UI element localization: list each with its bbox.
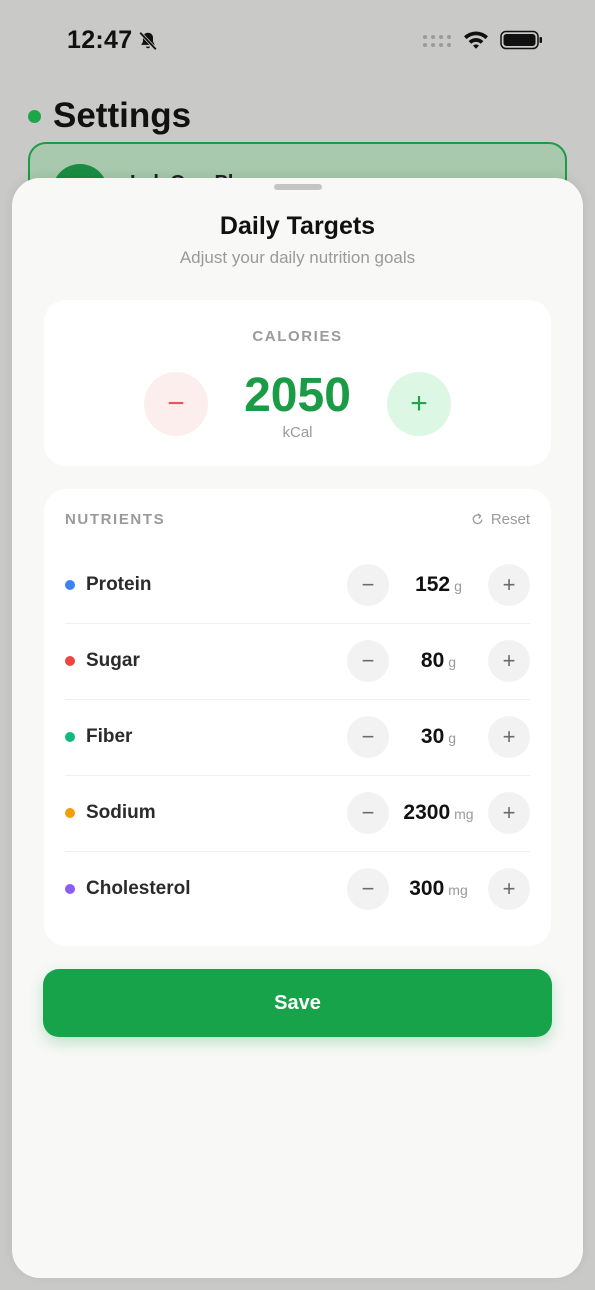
sodium-decrease-button[interactable]: − (347, 792, 389, 834)
plus-icon: + (502, 724, 516, 749)
nutrients-label: NUTRIENTS (65, 511, 166, 528)
calories-label: CALORIES (252, 328, 343, 345)
sugar-dot (65, 656, 75, 666)
plus-icon: + (502, 648, 516, 673)
save-button[interactable]: Save (43, 969, 552, 1037)
sodium-increase-button[interactable]: + (488, 792, 530, 834)
nutrient-value: 80 (420, 649, 445, 672)
cellular-signal-icon (423, 35, 451, 47)
nutrient-row-cholesterol: Cholesterol − 300 mg + (65, 851, 530, 927)
status-time: 12:47 (67, 26, 133, 54)
fiber-increase-button[interactable]: + (488, 716, 530, 758)
nutrient-value: 30 (420, 725, 445, 748)
nutrient-row-sugar: Sugar − 80 g + (65, 623, 530, 700)
save-label: Save (274, 991, 321, 1014)
sugar-value-group: 80 g (389, 649, 488, 673)
minus-icon: − (361, 724, 375, 749)
sugar-increase-button[interactable]: + (488, 640, 530, 682)
sugar-decrease-button[interactable]: − (347, 640, 389, 682)
protein-dot (65, 580, 75, 590)
sheet-title: Daily Targets (219, 212, 376, 240)
minus-icon: − (361, 648, 375, 673)
status-dot (28, 109, 41, 123)
minus-icon: − (361, 876, 375, 901)
calories-unit: kCal (282, 424, 313, 441)
sheet-subtitle: Adjust your daily nutrition goals (179, 248, 416, 267)
nutrient-unit: g (454, 578, 462, 594)
nutrient-row-fiber: Fiber − 30 g + (65, 699, 530, 776)
reset-icon (472, 513, 483, 525)
sodium-dot (65, 808, 75, 818)
minus-icon: − (361, 572, 375, 597)
plus-icon: + (410, 387, 428, 420)
protein-value-group: 152 g (389, 573, 488, 597)
nutrient-name: Cholesterol (86, 878, 191, 899)
protein-decrease-button[interactable]: − (347, 564, 389, 606)
wifi-icon (464, 31, 488, 49)
fiber-dot (65, 732, 75, 742)
daily-targets-sheet: Daily Targets Adjust your daily nutritio… (12, 178, 583, 1278)
nutrient-value: 2300 (403, 801, 451, 824)
nutrient-unit: mg (448, 882, 468, 898)
cholesterol-increase-button[interactable]: + (488, 868, 530, 910)
fiber-decrease-button[interactable]: − (347, 716, 389, 758)
plus-icon: + (502, 876, 516, 901)
nutrient-value: 300 (409, 877, 445, 900)
nutrient-value: 152 (415, 573, 451, 596)
calories-card: CALORIES − 2050 kCal + (44, 300, 551, 466)
status-bar: 12:47 (0, 0, 595, 80)
bell-slash-icon (139, 31, 157, 51)
nutrient-name: Fiber (86, 726, 133, 747)
nutrient-unit: mg (454, 806, 474, 822)
nutrient-name: Protein (86, 574, 152, 595)
sheet-grabber[interactable] (274, 184, 322, 190)
calories-value: 2050 (244, 369, 351, 422)
reset-label: Reset (490, 511, 530, 528)
plus-icon: + (502, 800, 516, 825)
cholesterol-dot (65, 884, 75, 894)
nutrient-name: Sugar (86, 650, 140, 671)
nutrient-unit: g (448, 654, 457, 670)
nutrient-name: Sodium (86, 802, 156, 823)
nutrient-row-protein: Protein − 152 g + (65, 547, 530, 624)
plus-icon: + (502, 572, 516, 597)
reset-button[interactable]: Reset (471, 511, 530, 528)
calories-increase-button[interactable]: + (387, 372, 451, 436)
battery-icon (500, 30, 542, 50)
sodium-value-group: 2300 mg (389, 801, 488, 825)
nutrient-unit: g (448, 730, 457, 746)
protein-increase-button[interactable]: + (488, 564, 530, 606)
cholesterol-decrease-button[interactable]: − (347, 868, 389, 910)
background-header: Settings (28, 96, 191, 136)
fiber-value-group: 30 g (389, 725, 488, 749)
nutrient-row-sodium: Sodium − 2300 mg + (65, 775, 530, 852)
nutrients-card: NUTRIENTS Reset Protein − 152 g + Sugar … (44, 489, 551, 946)
page-title: Settings (53, 96, 192, 135)
minus-icon: − (361, 800, 375, 825)
cholesterol-value-group: 300 mg (389, 877, 488, 901)
